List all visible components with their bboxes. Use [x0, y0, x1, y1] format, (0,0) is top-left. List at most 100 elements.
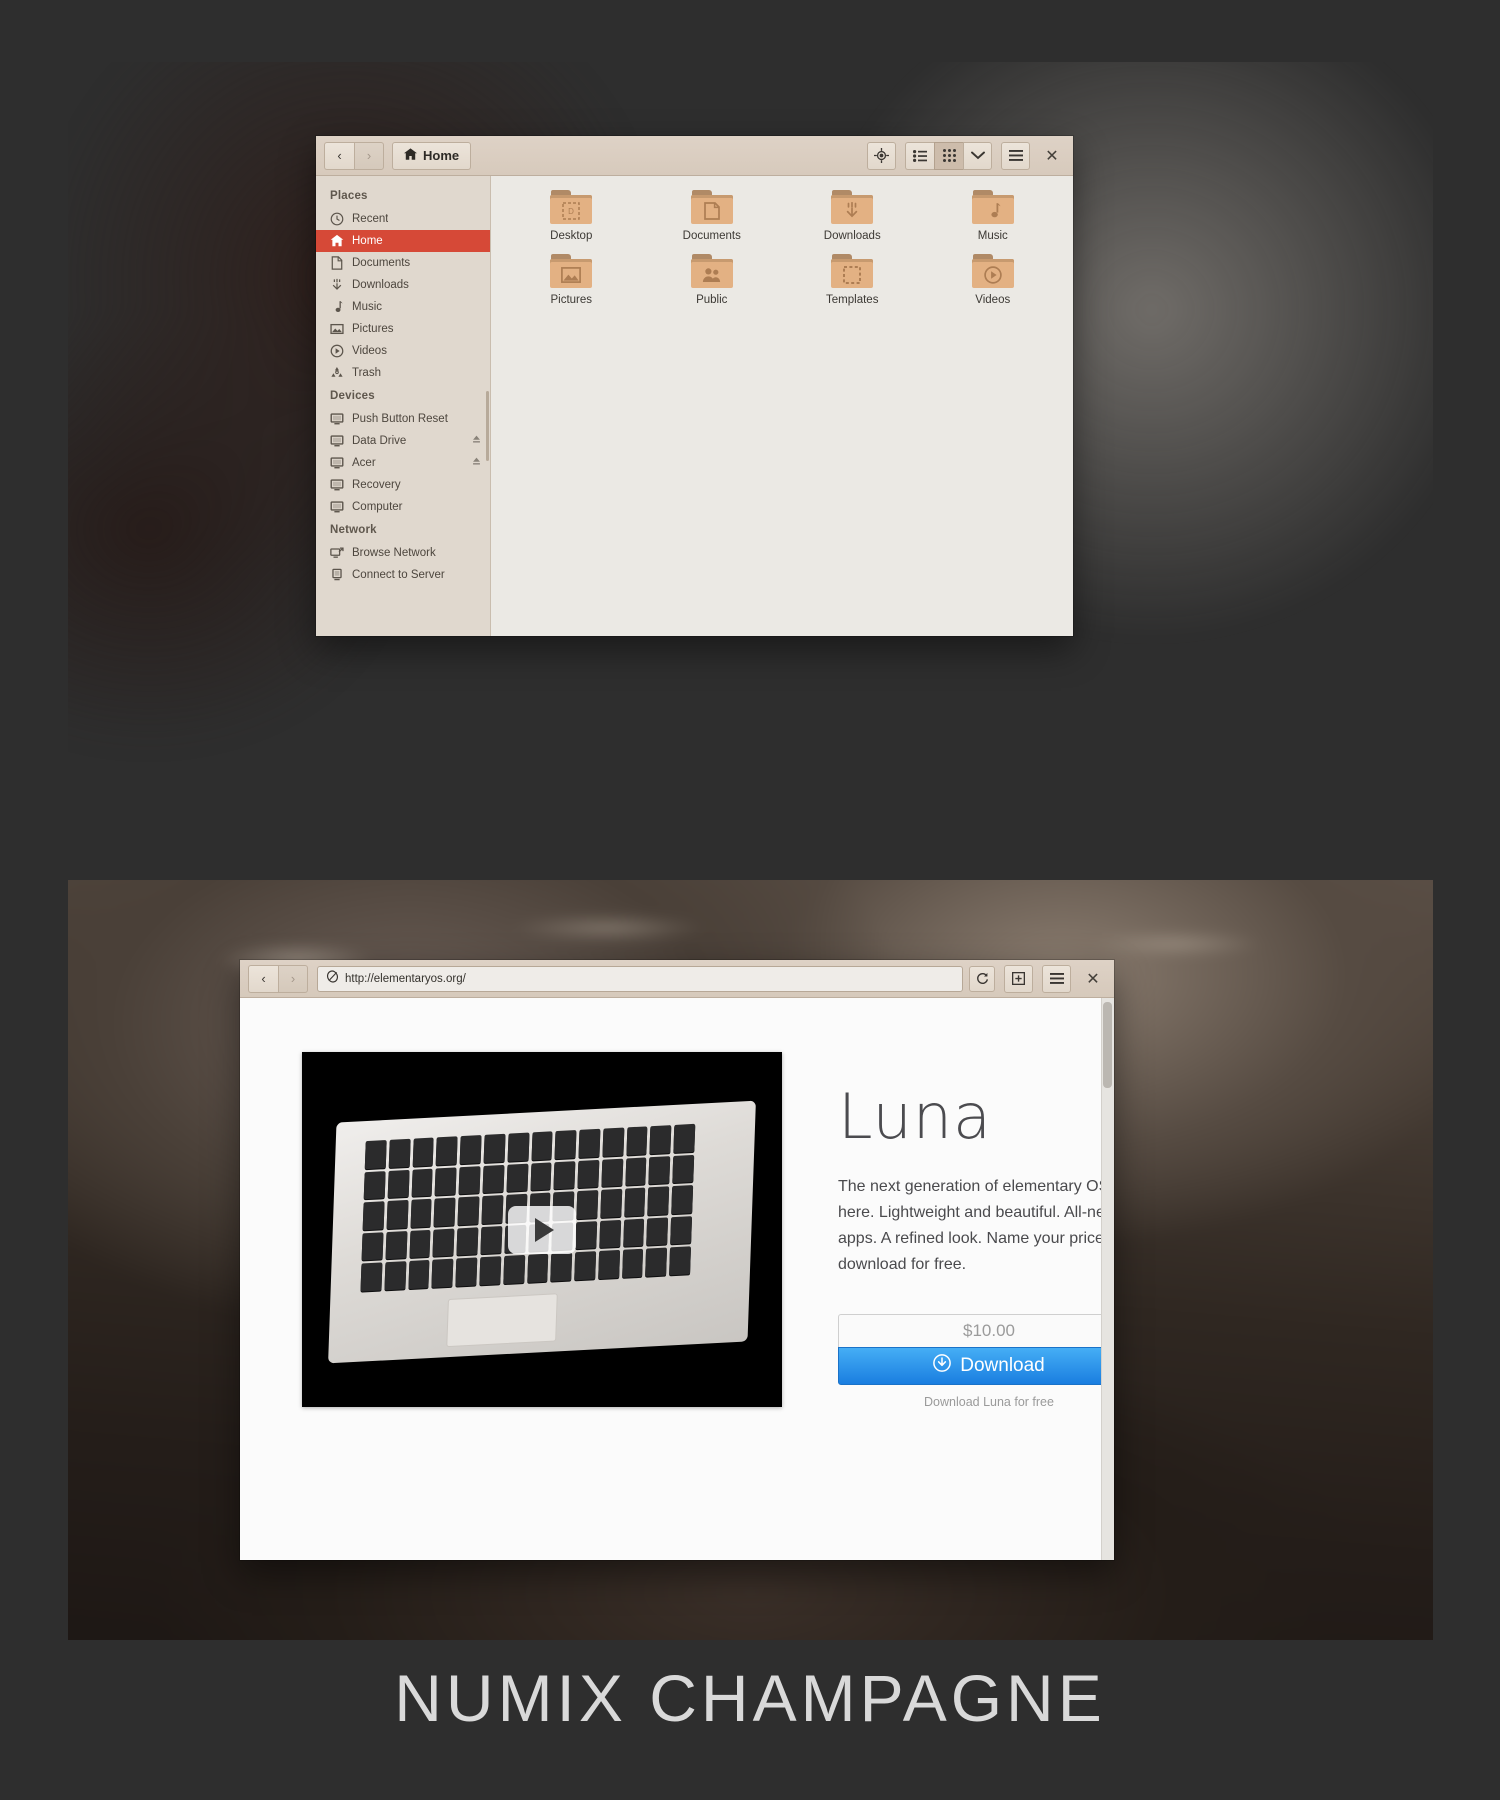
sidebar-item-label: Pictures	[352, 323, 394, 335]
sidebar-item-push-button-reset[interactable]: Push Button Reset	[316, 408, 490, 430]
url-text: http://elementaryos.org/	[345, 972, 466, 985]
sidebar-item-recovery[interactable]: Recovery	[316, 474, 490, 496]
sidebar-item-downloads[interactable]: Downloads	[316, 274, 490, 296]
folder-label: Documents	[682, 230, 741, 242]
folder-pictures[interactable]: Pictures	[501, 254, 642, 306]
location-icon[interactable]	[867, 141, 896, 170]
breadcrumb-label: Home	[423, 148, 460, 163]
drive-icon	[330, 500, 344, 514]
sidebar-item-label: Browse Network	[352, 547, 436, 559]
new-tab-icon[interactable]	[1004, 964, 1033, 993]
sidebar-item-label: Downloads	[352, 279, 409, 291]
sidebar-item-label: Documents	[352, 257, 411, 269]
forward-button[interactable]: ›	[354, 141, 384, 170]
menu-icon[interactable]	[1042, 964, 1071, 993]
folder-label: Pictures	[550, 294, 593, 306]
folder-desktop[interactable]: D Desktop	[501, 190, 642, 242]
page-content: Luna The next generation of elementary O…	[240, 998, 1114, 1560]
video-player[interactable]	[302, 1052, 782, 1407]
sidebar: Places Recent Home Documents Downloads Music P…	[316, 176, 491, 636]
forward-chevron-icon: ›	[366, 148, 372, 163]
page-title: Luna	[838, 1080, 993, 1153]
reload-icon[interactable]	[969, 965, 995, 992]
sidebar-item-acer[interactable]: Acer	[316, 452, 490, 474]
home-icon	[330, 234, 344, 248]
eject-icon[interactable]	[471, 434, 482, 448]
network-icon	[330, 546, 344, 560]
navigation-buttons: ‹ ›	[324, 141, 384, 170]
web-page: Luna The next generation of elementary O…	[240, 998, 1114, 1560]
folder-downloads[interactable]: Downloads	[782, 190, 923, 242]
template-glyph	[831, 263, 873, 287]
showcase-browser: ‹ › http://elementaryos.org/ ✕ Luna The …	[68, 880, 1433, 1640]
sidebar-item-pictures[interactable]: Pictures	[316, 318, 490, 340]
sidebar-item-data-drive[interactable]: Data Drive	[316, 430, 490, 452]
sidebar-item-music[interactable]: Music	[316, 296, 490, 318]
image-icon	[330, 322, 344, 336]
folder-public[interactable]: Public	[642, 254, 783, 306]
folder-documents[interactable]: Documents	[642, 190, 783, 242]
close-icon[interactable]: ✕	[1080, 966, 1106, 992]
download-button-label: Download	[960, 1354, 1045, 1376]
sidebar-item-label: Computer	[352, 501, 403, 513]
sidebar-item-label: Recovery	[352, 479, 401, 491]
sidebar-item-connect-to-server[interactable]: Connect to Server	[316, 564, 490, 586]
download-icon	[330, 278, 344, 292]
grid-view-icon[interactable]	[934, 141, 963, 170]
sidebar-item-home[interactable]: Home	[316, 230, 490, 252]
sidebar-item-label: Videos	[352, 345, 387, 357]
desktop-glyph: D	[550, 199, 592, 223]
sidebar-item-videos[interactable]: Videos	[316, 340, 490, 362]
drive-icon	[330, 434, 344, 448]
folder-icon	[831, 254, 874, 288]
price-input[interactable]: $10.00	[838, 1313, 1114, 1347]
download-glyph	[831, 199, 873, 223]
folder-label: Music	[977, 230, 1008, 242]
chevron-down-icon[interactable]	[963, 141, 992, 170]
folder-label: Templates	[826, 294, 879, 306]
folder-icon	[831, 190, 874, 224]
folder-icon	[550, 254, 593, 288]
page-scrollbar[interactable]	[1101, 998, 1114, 1560]
drive-icon	[330, 478, 344, 492]
sidebar-item-computer[interactable]: Computer	[316, 496, 490, 518]
music-glyph	[972, 199, 1014, 223]
folder-icon	[690, 254, 733, 288]
sidebar-item-browse-network[interactable]: Browse Network	[316, 542, 490, 564]
sidebar-item-label: Acer	[352, 457, 376, 469]
folder-label: Public	[696, 294, 728, 306]
sidebar-item-trash[interactable]: Trash	[316, 362, 490, 384]
page-description: The next generation of elementary OS is …	[838, 1178, 1114, 1273]
back-button[interactable]: ‹	[324, 141, 354, 170]
url-input[interactable]: http://elementaryos.org/	[317, 965, 963, 992]
theme-title: NUMIX CHAMPAGNE	[394, 1661, 1106, 1735]
folder-label: Desktop	[550, 230, 593, 242]
list-view-icon[interactable]	[905, 141, 934, 170]
clock-icon	[330, 212, 344, 226]
folder-videos[interactable]: Videos	[923, 254, 1064, 306]
download-button[interactable]: Download	[838, 1346, 1114, 1385]
scrollbar-thumb[interactable]	[1103, 1002, 1112, 1088]
sidebar-item-documents[interactable]: Documents	[316, 252, 490, 274]
folder-templates[interactable]: Templates	[782, 254, 923, 306]
purchase-box: $10.00 Download Download Luna for free	[838, 1313, 1114, 1409]
view-mode-group	[905, 141, 992, 170]
video-icon	[330, 344, 344, 358]
folder-icon	[971, 254, 1014, 288]
back-chevron-icon: ‹	[261, 971, 266, 986]
play-button-icon[interactable]	[508, 1205, 576, 1254]
eject-icon[interactable]	[471, 456, 482, 470]
page-copy: Luna The next generation of elementary O…	[838, 1052, 1114, 1560]
browser-forward-button[interactable]: ›	[278, 964, 308, 993]
home-icon	[404, 148, 417, 163]
sidebar-item-recent[interactable]: Recent	[316, 208, 490, 230]
breadcrumb-home[interactable]: Home	[392, 141, 472, 170]
menu-icon[interactable]	[1001, 141, 1030, 170]
free-download-link[interactable]: Download Luna for free	[838, 1395, 1114, 1409]
close-icon[interactable]: ✕	[1039, 143, 1065, 169]
drive-icon	[330, 412, 344, 426]
browser-toolbar: ‹ › http://elementaryos.org/ ✕	[240, 960, 1114, 998]
image-glyph	[550, 263, 592, 287]
folder-music[interactable]: Music	[923, 190, 1064, 242]
browser-back-button[interactable]: ‹	[248, 964, 278, 993]
